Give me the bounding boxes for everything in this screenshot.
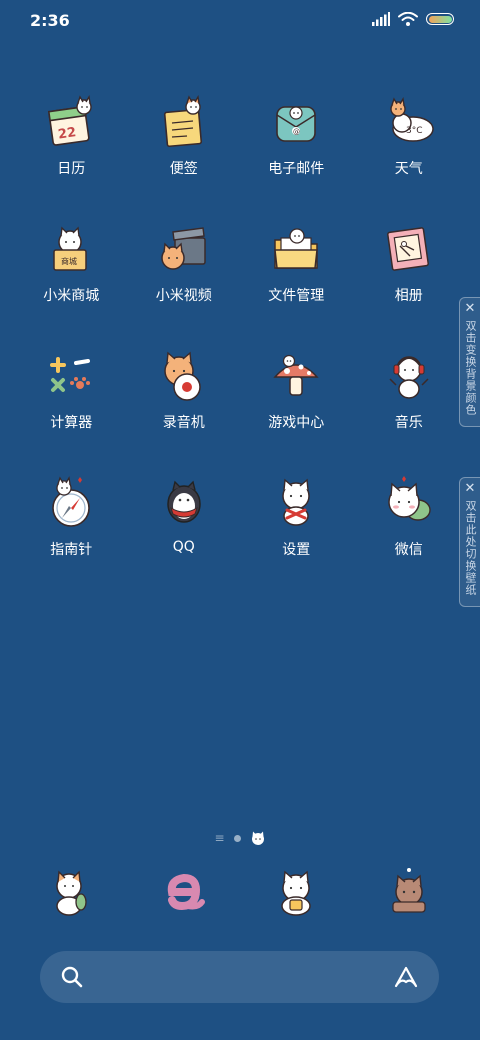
app-file-manager[interactable]: 文件管理 <box>240 217 353 344</box>
app-recorder[interactable]: 录音机 <box>128 344 241 471</box>
svg-text:商城: 商城 <box>61 256 77 266</box>
search-bar[interactable] <box>40 951 439 1003</box>
app-notes[interactable]: 便签 <box>128 90 241 217</box>
app-label: 相册 <box>394 288 423 304</box>
dock-camera[interactable] <box>353 866 466 918</box>
mi-store-icon: 商城 <box>53 226 87 271</box>
app-email[interactable]: @ 电子邮件 <box>240 90 353 217</box>
app-label: 日历 <box>57 161 86 177</box>
calculator-icon <box>50 357 91 392</box>
app-mi-video[interactable]: 小米视频 <box>128 217 241 344</box>
app-game-center[interactable]: 游戏中心 <box>240 344 353 471</box>
app-label: 音乐 <box>394 415 423 431</box>
app-label: 文件管理 <box>268 288 325 304</box>
close-icon[interactable]: ✕ <box>465 302 476 316</box>
close-icon[interactable]: ✕ <box>465 482 476 496</box>
svg-text:@: @ <box>293 128 300 136</box>
weather-temp: 3°C <box>406 126 423 136</box>
change-wallpaper-text: 双击此处切换壁纸 <box>464 500 477 596</box>
game-center-icon <box>273 354 319 396</box>
app-label: QQ <box>172 539 195 555</box>
page-indicator: ≡ <box>0 828 480 848</box>
voice-assistant-icon[interactable] <box>393 965 419 989</box>
qq-icon <box>167 480 201 523</box>
status-icons <box>372 12 454 26</box>
app-calculator[interactable]: 计算器 <box>15 344 128 471</box>
music-icon <box>389 356 429 399</box>
app-label: 天气 <box>394 161 423 177</box>
app-label: 游戏中心 <box>268 415 325 431</box>
menu-lines-icon[interactable]: ≡ <box>214 831 224 845</box>
app-mi-store[interactable]: 商城 小米商城 <box>15 217 128 344</box>
page-dot[interactable] <box>233 834 241 842</box>
compass-icon <box>52 476 91 527</box>
app-compass[interactable]: 指南针 <box>15 471 128 598</box>
app-label: 计算器 <box>50 415 93 431</box>
recorder-icon <box>164 351 201 401</box>
app-calendar[interactable]: 22 日历 <box>15 90 128 217</box>
dock-phone[interactable] <box>15 866 128 918</box>
gallery-icon <box>386 227 429 271</box>
app-weather[interactable]: 3°C 天气 <box>353 90 466 217</box>
battery-level <box>428 15 452 23</box>
app-settings[interactable]: 设置 <box>240 471 353 598</box>
browser-icon <box>167 873 205 911</box>
messages-icon <box>281 870 311 916</box>
notes-icon <box>163 95 202 148</box>
camera-icon <box>392 868 426 913</box>
app-label: 小米商城 <box>43 288 100 304</box>
app-label: 指南针 <box>50 542 93 558</box>
search-icon[interactable] <box>60 965 84 989</box>
svg-text:22: 22 <box>57 125 77 142</box>
app-label: 录音机 <box>162 415 205 431</box>
change-background-tab[interactable]: ✕ 双击变换背景颜色 <box>459 297 480 427</box>
email-icon: @ <box>276 106 317 142</box>
dock <box>15 866 465 918</box>
wechat-icon <box>388 476 431 521</box>
app-label: 微信 <box>394 542 423 558</box>
mi-video-icon <box>161 227 206 270</box>
app-label: 小米视频 <box>155 288 212 304</box>
change-background-text: 双击变换背景颜色 <box>464 320 477 416</box>
battery-icon <box>426 13 454 25</box>
status-time: 2:36 <box>30 11 70 30</box>
wifi-icon <box>398 12 418 26</box>
app-music[interactable]: 音乐 <box>353 344 466 471</box>
settings-icon <box>282 478 310 526</box>
status-bar: 2:36 <box>0 0 480 42</box>
dock-messages[interactable] <box>240 866 353 918</box>
app-label: 便签 <box>169 161 198 177</box>
dock-browser[interactable] <box>128 866 241 918</box>
app-qq[interactable]: QQ <box>128 471 241 598</box>
phone-icon <box>56 870 87 916</box>
app-label: 设置 <box>282 542 311 558</box>
weather-icon: 3°C <box>390 97 434 142</box>
calendar-icon: 22 <box>48 95 92 146</box>
app-grid: 22 日历 便签 @ 电子邮件 3°C 天气 商城 小米商城 小米视频 文件管理… <box>15 90 465 598</box>
app-label: 电子邮件 <box>268 161 325 177</box>
app-gallery[interactable]: 相册 <box>353 217 466 344</box>
signal-icon <box>372 12 390 26</box>
app-wechat[interactable]: 微信 <box>353 471 466 598</box>
cat-page-icon[interactable] <box>250 830 266 846</box>
file-manager-icon <box>274 228 319 269</box>
change-wallpaper-tab[interactable]: ✕ 双击此处切换壁纸 <box>459 477 480 607</box>
